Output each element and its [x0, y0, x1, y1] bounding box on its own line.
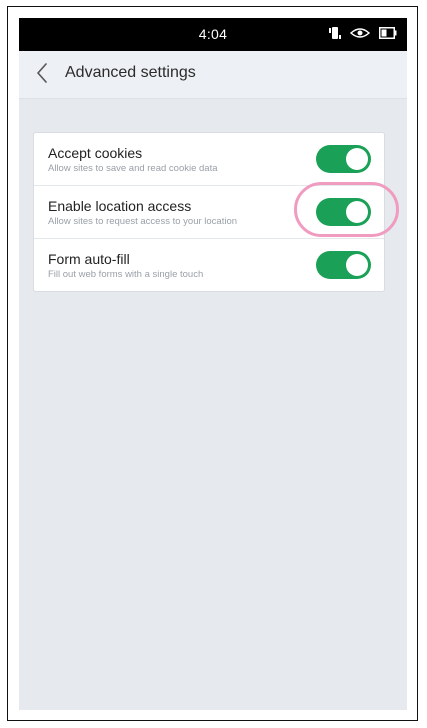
setting-description: Fill out web forms with a single touch [48, 269, 204, 280]
setting-row-enable-location: Enable location access Allow sites to re… [34, 186, 384, 239]
nav-bar: Advanced settings [19, 51, 407, 99]
phone-screen: 4:04 Advanced settings Accept cookies Al… [19, 18, 407, 710]
setting-description: Allow sites to save and read cookie data [48, 163, 218, 174]
chevron-left-icon [36, 62, 48, 88]
setting-row-form-autofill: Form auto-fill Fill out web forms with a… [34, 239, 384, 291]
setting-row-accept-cookies: Accept cookies Allow sites to save and r… [34, 133, 384, 186]
back-button[interactable] [30, 61, 54, 89]
eye-icon [350, 27, 370, 39]
battery-icon [379, 27, 397, 39]
status-bar: 4:04 [19, 18, 407, 51]
settings-list: Accept cookies Allow sites to save and r… [33, 132, 385, 292]
toggle-knob [346, 201, 368, 223]
toggle-knob [346, 254, 368, 276]
setting-title: Enable location access [48, 198, 192, 214]
setting-description: Allow sites to request access to your lo… [48, 216, 238, 227]
page-title: Advanced settings [65, 64, 196, 81]
enable-location-toggle[interactable] [316, 198, 371, 226]
setting-title: Accept cookies [48, 145, 143, 161]
vibrate-icon [328, 26, 341, 40]
status-icons [328, 26, 397, 40]
accept-cookies-toggle[interactable] [316, 145, 371, 173]
form-autofill-toggle[interactable] [316, 251, 371, 279]
setting-title: Form auto-fill [48, 251, 130, 267]
toggle-knob [346, 148, 368, 170]
